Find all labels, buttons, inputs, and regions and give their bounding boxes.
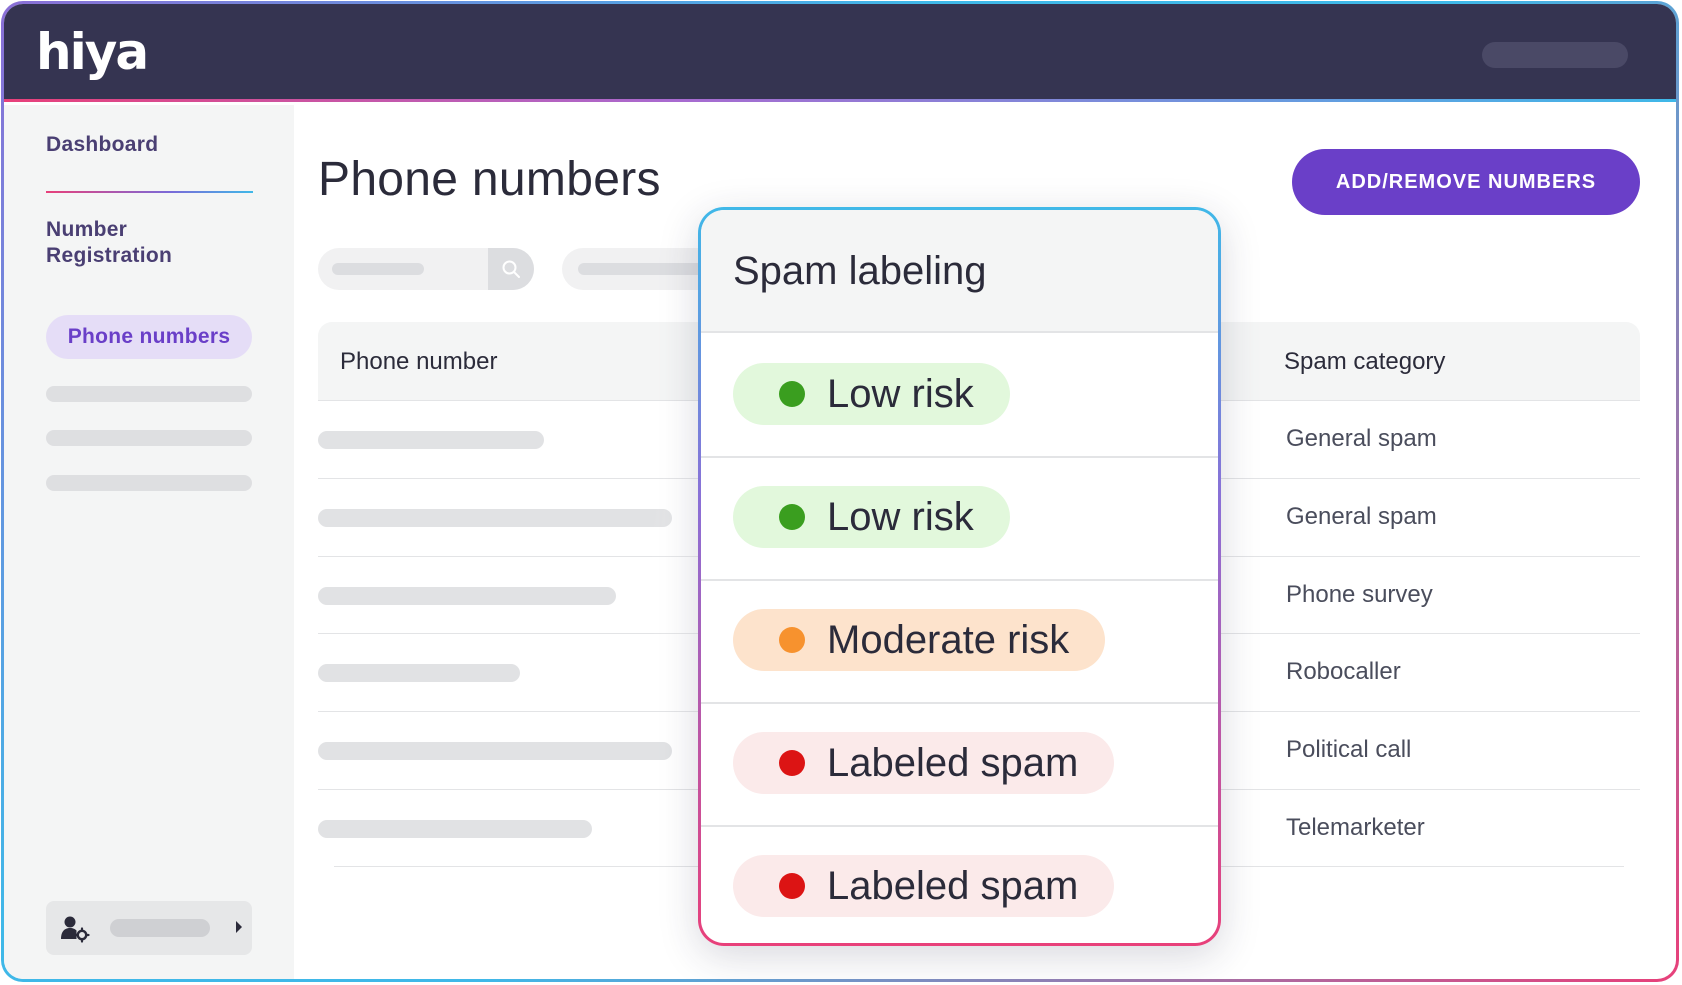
popup-title: Spam labeling	[733, 249, 987, 293]
popup-header: Spam labeling	[701, 210, 1218, 333]
search-icon	[502, 260, 520, 278]
search-input[interactable]	[318, 248, 534, 290]
spam-label-row: Labeled spam	[701, 825, 1218, 943]
spam-category-cell: General spam	[1286, 425, 1437, 452]
app-frame: hiya Dashboard Number Registration Phone…	[1, 1, 1679, 982]
spam-category-cell: General spam	[1286, 503, 1437, 530]
phone-number-placeholder	[318, 820, 592, 838]
sidebar-item-placeholder[interactable]	[46, 475, 252, 491]
spam-category-cell: Telemarketer	[1286, 814, 1425, 841]
phone-number-placeholder	[318, 509, 672, 527]
caret-right-icon	[236, 921, 242, 933]
spam-category-cell: Phone survey	[1286, 581, 1433, 608]
sidebar-item-placeholder[interactable]	[46, 386, 252, 402]
status-dot-icon	[779, 873, 805, 899]
phone-number-placeholder	[318, 431, 544, 449]
top-bar: hiya	[4, 4, 1676, 102]
user-settings-icon	[61, 916, 90, 943]
user-name-placeholder	[110, 919, 210, 937]
spam-label-row: Labeled spam	[701, 702, 1218, 827]
spam-category-cell: Robocaller	[1286, 658, 1401, 685]
status-dot-icon	[779, 750, 805, 776]
risk-label: Labeled spam	[827, 741, 1079, 785]
risk-badge-low[interactable]: Low risk	[733, 363, 1010, 425]
sidebar-item-phone-numbers[interactable]: Phone numbers	[46, 315, 252, 359]
status-dot-icon	[779, 627, 805, 653]
add-remove-numbers-button[interactable]: ADD/REMOVE NUMBERS	[1292, 149, 1640, 215]
search-placeholder	[332, 263, 424, 275]
hiya-logo[interactable]: hiya	[36, 24, 149, 80]
risk-badge-spam[interactable]: Labeled spam	[733, 732, 1115, 794]
spam-label-row: Moderate risk	[701, 579, 1218, 704]
risk-label: Moderate risk	[827, 618, 1070, 662]
spam-label-row: Low risk	[701, 456, 1218, 581]
filter-placeholder	[578, 263, 718, 275]
spam-labeling-popup: Spam labeling Low risk Low risk Moderate…	[698, 207, 1221, 946]
sidebar-item-number-registration[interactable]: Number Registration	[46, 217, 226, 269]
spam-category-cell: Political call	[1286, 736, 1412, 763]
column-header-phone-number[interactable]: Phone number	[340, 348, 497, 376]
account-menu-placeholder[interactable]	[1482, 42, 1628, 68]
risk-label: Low risk	[827, 495, 974, 539]
risk-badge-moderate[interactable]: Moderate risk	[733, 609, 1106, 671]
user-settings-menu[interactable]	[46, 901, 252, 955]
status-dot-icon	[779, 381, 805, 407]
search-button[interactable]	[488, 248, 534, 290]
app-window: hiya Dashboard Number Registration Phone…	[4, 4, 1676, 979]
sidebar: Dashboard Number Registration Phone numb…	[4, 105, 294, 979]
sidebar-divider	[46, 191, 253, 193]
risk-label: Labeled spam	[827, 864, 1079, 908]
spam-label-row: Low risk	[701, 333, 1218, 458]
column-header-spam-category[interactable]: Spam category	[1284, 348, 1445, 376]
status-dot-icon	[779, 504, 805, 530]
sidebar-item-dashboard[interactable]: Dashboard	[46, 132, 158, 158]
phone-number-placeholder	[318, 664, 520, 682]
risk-label: Low risk	[827, 372, 974, 416]
risk-badge-low[interactable]: Low risk	[733, 486, 1010, 548]
phone-number-placeholder	[318, 587, 616, 605]
sidebar-item-placeholder[interactable]	[46, 430, 252, 446]
risk-badge-spam[interactable]: Labeled spam	[733, 855, 1115, 917]
page-title: Phone numbers	[318, 153, 661, 206]
phone-number-placeholder	[318, 742, 672, 760]
